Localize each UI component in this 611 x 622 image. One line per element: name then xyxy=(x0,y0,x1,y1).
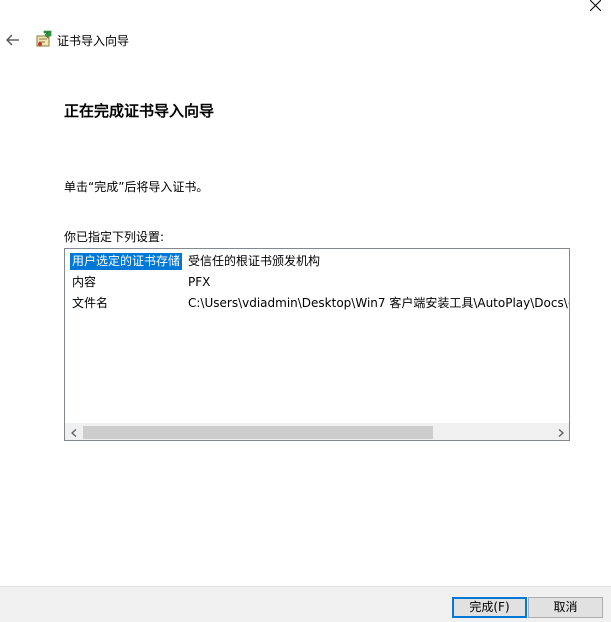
back-button[interactable] xyxy=(4,31,24,51)
cancel-button[interactable]: 取消 xyxy=(528,597,603,618)
horizontal-scrollbar[interactable] xyxy=(65,423,569,440)
settings-row-content[interactable]: 内容 PFX xyxy=(69,272,569,293)
scrollbar-thumb[interactable] xyxy=(83,426,433,439)
settings-rows: 用户选定的证书存储 受信任的根证书颁发机构 内容 PFX 文件名 C:\User… xyxy=(69,251,569,314)
settings-row-value: PFX xyxy=(188,275,211,289)
settings-label: 你已指定下列设置: xyxy=(64,230,165,244)
settings-row-filename[interactable]: 文件名 C:\Users\vdiadmin\Desktop\Win7 客户端安装… xyxy=(69,293,569,314)
back-arrow-icon xyxy=(6,34,19,46)
settings-row-name: 文件名 xyxy=(72,296,109,310)
close-button[interactable] xyxy=(580,0,611,14)
settings-row-name: 内容 xyxy=(72,275,97,289)
chevron-right-icon xyxy=(558,428,564,437)
window-title: 证书导入向导 xyxy=(57,34,130,48)
settings-row-value: 受信任的根证书颁发机构 xyxy=(188,254,321,268)
page-heading: 正在完成证书导入向导 xyxy=(64,102,215,120)
certificate-wizard-icon xyxy=(35,30,53,48)
chevron-left-icon xyxy=(70,428,76,437)
settings-list[interactable]: 用户选定的证书存储 受信任的根证书颁发机构 内容 PFX 文件名 C:\User… xyxy=(64,248,570,441)
instruction-text: 单击“完成”后将导入证书。 xyxy=(64,180,209,194)
settings-row-store[interactable]: 用户选定的证书存储 受信任的根证书颁发机构 xyxy=(69,251,569,272)
scroll-left-button[interactable] xyxy=(65,424,82,440)
settings-row-name: 用户选定的证书存储 xyxy=(70,253,183,270)
finish-button[interactable]: 完成(F) xyxy=(452,597,527,618)
certificate-import-wizard-window: 证书导入向导 正在完成证书导入向导 单击“完成”后将导入证书。 你已指定下列设置… xyxy=(0,0,611,622)
settings-row-value: C:\Users\vdiadmin\Desktop\Win7 客户端安装工具\A… xyxy=(188,296,570,310)
scroll-right-button[interactable] xyxy=(552,424,569,440)
footer-bar: 完成(F) 取消 xyxy=(0,586,611,622)
close-icon xyxy=(590,0,601,11)
